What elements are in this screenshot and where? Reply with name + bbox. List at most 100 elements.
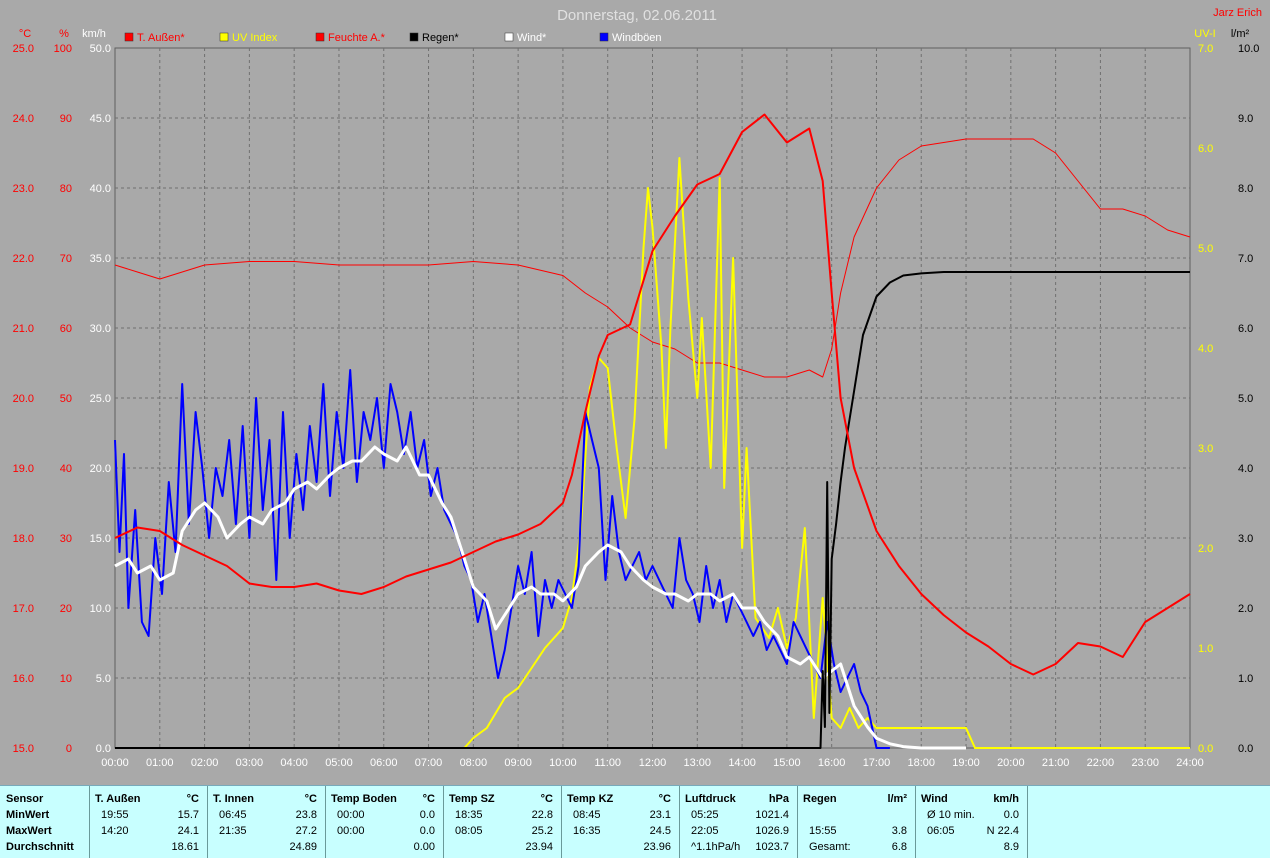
y-tick-hum: 30 xyxy=(60,533,72,545)
stats-value: 0.00 xyxy=(413,841,435,853)
stats-col-8: Wind km/h Ø 10 min. 0.0 06:05 N 22.4 8.9 xyxy=(915,786,1028,858)
y-tick-rain: 0.0 xyxy=(1238,743,1253,755)
stats-cell: MinWert xyxy=(6,809,50,821)
stats-cell: Gesamt: xyxy=(809,841,851,853)
legend-label: T. Außen* xyxy=(137,32,185,44)
y-tick-rain: 5.0 xyxy=(1238,393,1253,405)
stats-cell: 00:00 xyxy=(337,809,365,821)
stats-unit: l/m² xyxy=(887,793,907,805)
legend-swatch xyxy=(599,32,609,42)
stats-header: Sensor xyxy=(6,793,44,805)
stats-value: 23.8 xyxy=(295,809,317,821)
y-tick-wind: 30.0 xyxy=(90,323,111,335)
y-tick-hum: 40 xyxy=(60,463,72,475)
x-tick-label: 04:00 xyxy=(280,757,308,769)
stats-cell: Ø 10 min. xyxy=(927,809,975,821)
y-tick-temp: 25.0 xyxy=(13,43,34,55)
legend-label: Regen* xyxy=(422,32,459,44)
x-tick-label: 06:00 xyxy=(370,757,398,769)
stats-col-4: Temp SZ °C 18:35 22.8 08:05 25.2 23.94 xyxy=(443,786,562,858)
stats-cell: 00:00 xyxy=(337,825,365,837)
stats-cell: 08:05 xyxy=(455,825,483,837)
x-tick-label: 11:00 xyxy=(594,757,621,769)
x-tick-label: 18:00 xyxy=(907,757,935,769)
x-tick-label: 00:00 xyxy=(101,757,129,769)
stats-cell: 14:20 xyxy=(101,825,129,837)
y-tick-wind: 20.0 xyxy=(90,463,111,475)
y-tick-wind: 25.0 xyxy=(90,393,111,405)
y-tick-hum: 50 xyxy=(60,393,72,405)
stats-value: 24.1 xyxy=(177,825,199,837)
y-tick-wind: 40.0 xyxy=(90,183,111,195)
y-tick-rain: 8.0 xyxy=(1238,183,1253,195)
y-tick-uv: 5.0 xyxy=(1198,243,1213,255)
x-tick-label: 03:00 xyxy=(236,757,264,769)
y-tick-wind: 10.0 xyxy=(90,603,111,615)
unit-uv: UV-I xyxy=(1194,28,1215,40)
y-tick-temp: 16.0 xyxy=(13,673,34,685)
legend-swatch xyxy=(219,32,229,42)
y-tick-hum: 10 xyxy=(60,673,72,685)
stats-header: T. Innen xyxy=(213,793,254,805)
stats-unit: °C xyxy=(658,793,671,805)
author-label: Jarz Erich xyxy=(1213,7,1262,19)
legend-label: Windböen xyxy=(612,32,662,44)
stats-col-2: T. Innen °C 06:45 23.8 21:35 27.2 24.89 xyxy=(207,786,326,858)
unit-hum: % xyxy=(59,28,69,40)
stats-value: 24.89 xyxy=(289,841,317,853)
x-tick-label: 21:00 xyxy=(1042,757,1070,769)
x-tick-label: 10:00 xyxy=(549,757,577,769)
stats-header: Temp SZ xyxy=(449,793,495,805)
y-tick-hum: 100 xyxy=(54,43,72,55)
y-tick-hum: 70 xyxy=(60,253,72,265)
legend-swatch xyxy=(124,32,134,42)
stats-unit: °C xyxy=(304,793,317,805)
y-tick-wind: 5.0 xyxy=(96,673,111,685)
legend-swatch xyxy=(504,32,514,42)
stats-value: 0.0 xyxy=(419,809,435,821)
y-tick-rain: 4.0 xyxy=(1238,463,1253,475)
stats-unit: km/h xyxy=(993,793,1019,805)
stats-col-0: Sensor MinWert MaxWert Durchschnitt xyxy=(0,786,90,858)
chart-title: Donnerstag, 02.06.2011 xyxy=(557,7,717,24)
y-tick-temp: 15.0 xyxy=(13,743,34,755)
x-tick-label: 13:00 xyxy=(684,757,712,769)
y-tick-wind: 15.0 xyxy=(90,533,111,545)
y-tick-rain: 1.0 xyxy=(1238,673,1253,685)
y-tick-uv: 0.0 xyxy=(1198,743,1213,755)
x-tick-label: 08:00 xyxy=(460,757,488,769)
y-tick-rain: 7.0 xyxy=(1238,253,1253,265)
y-tick-uv: 7.0 xyxy=(1198,43,1213,55)
y-tick-hum: 80 xyxy=(60,183,72,195)
stats-cell: MaxWert xyxy=(6,825,52,837)
stats-cell: ^1.1hPa/h xyxy=(691,841,741,853)
stats-cell: Durchschnitt xyxy=(6,841,74,853)
y-tick-temp: 17.0 xyxy=(13,603,34,615)
y-tick-wind: 45.0 xyxy=(90,113,111,125)
stats-cell: 21:35 xyxy=(219,825,247,837)
legend-swatch xyxy=(315,32,325,42)
stats-col-5: Temp KZ °C 08:45 23.1 16:35 24.5 23.96 xyxy=(561,786,680,858)
legend-label: Wind* xyxy=(517,32,547,44)
y-tick-temp: 21.0 xyxy=(13,323,34,335)
y-tick-hum: 90 xyxy=(60,113,72,125)
stats-header: Wind xyxy=(921,793,948,805)
stats-cell: 06:45 xyxy=(219,809,247,821)
stats-value: 27.2 xyxy=(295,825,317,837)
y-tick-wind: 50.0 xyxy=(90,43,111,55)
y-tick-uv: 4.0 xyxy=(1198,343,1213,355)
legend-swatch xyxy=(409,32,419,42)
x-tick-label: 16:00 xyxy=(818,757,846,769)
stats-value: 22.8 xyxy=(531,809,553,821)
stats-cell: 22:05 xyxy=(691,825,719,837)
stats-value: 25.2 xyxy=(531,825,553,837)
y-tick-hum: 20 xyxy=(60,603,72,615)
y-tick-temp: 18.0 xyxy=(13,533,34,545)
stats-value: 24.5 xyxy=(649,825,671,837)
unit-temp: °C xyxy=(19,28,31,40)
y-tick-rain: 2.0 xyxy=(1238,603,1253,615)
unit-rain: l/m² xyxy=(1231,28,1250,40)
y-tick-temp: 24.0 xyxy=(13,113,34,125)
y-tick-rain: 3.0 xyxy=(1238,533,1253,545)
stats-value: 0.0 xyxy=(1003,809,1019,821)
